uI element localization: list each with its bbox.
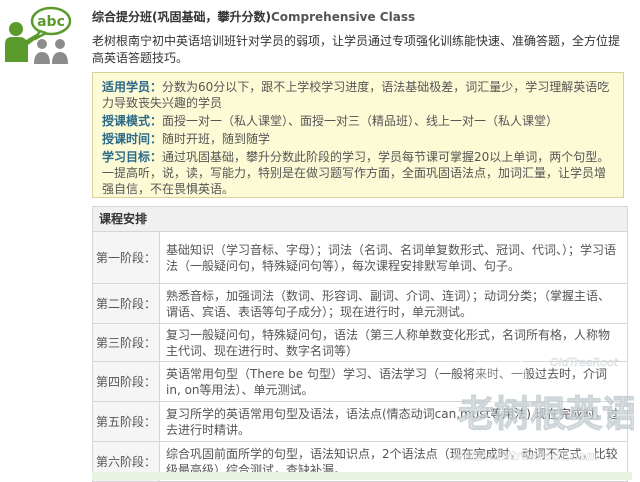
intro-paragraph: 老树根南宁初中英语培训班针对学员的弱项，让学员通过专项强化训练能快速、准确答题，… (92, 34, 621, 65)
watermark-main-text: 老树根英语 (458, 394, 634, 435)
watermark-logo: 老树根英语 OldTreeRoot www.oldtreeroot.com (452, 349, 634, 463)
stage-label: 第五阶段： (92, 401, 160, 442)
info-text: 分数为60分以下，跟不上学校学习进度，语法基础极差，词汇量少，学习理解英语吃力导… (102, 80, 610, 110)
info-text: 面授一对一（私人课堂）、面授一对三（精品班）、线上一对一（私人课堂） (162, 114, 559, 128)
title-chinese: 综合提分班(巩固基础，攀升分数) (92, 10, 271, 24)
info-label: 授课模式： (102, 114, 163, 128)
stage-label: 第四阶段： (92, 361, 160, 402)
info-label: 适用学员： (102, 80, 163, 94)
schedule-heading: 课程安排 (92, 206, 628, 232)
course-info-box: 适用学员：分数为60分以下，跟不上学校学习进度，语法基础极差，词汇量少，学习理解… (92, 72, 624, 198)
stage-label: 第一阶段： (92, 231, 160, 284)
bottom-strip (92, 472, 632, 480)
info-text: 随时开班，随到随学 (162, 132, 271, 146)
logo-bubble-text: abc (37, 14, 65, 30)
page-title: 综合提分班(巩固基础，攀升分数)Comprehensive Class (92, 8, 415, 25)
info-target-students: 适用学员：分数为60分以下，跟不上学校学习进度，语法基础极差，词汇量少，学习理解… (102, 79, 615, 111)
title-english: Comprehensive Class (270, 10, 416, 24)
stage-label: 第三阶段： (92, 323, 160, 362)
stage-content: 基础知识（学习音标、字母）；词法（名词、名词单复数形式、冠词、代词、）；学习语法… (159, 231, 628, 284)
table-row: 第二阶段： 熟悉音标，加强词法（数词、形容词、副词、介词、连词）；动词分类；（掌… (92, 283, 628, 324)
watermark-url: www.oldtreeroot.com (452, 449, 599, 463)
table-row: 第一阶段： 基础知识（学习音标、字母）；词法（名词、名词单复数形式、冠词、代词、… (92, 231, 628, 284)
teacher-icon: abc (5, 6, 72, 64)
info-label: 学习目标： (102, 150, 163, 164)
watermark-english: OldTreeRoot (550, 356, 619, 369)
info-learning-goal: 学习目标：通过巩固基础，攀升分数此阶段的学习，学员每节课可掌握20以上单词，两个… (102, 149, 615, 197)
info-teaching-mode: 授课模式：面授一对一（私人课堂）、面授一对三（精品班）、线上一对一（私人课堂） (102, 113, 615, 129)
stage-label: 第二阶段： (92, 283, 160, 324)
info-text: 通过巩固基础，攀升分数此阶段的学习，学员每节课可掌握20以上单词，两个句型。一提… (102, 150, 610, 196)
stage-content: 熟悉音标，加强词法（数词、形容词、副词、介词、连词）；动词分类；（掌握主语、谓语… (159, 283, 628, 324)
info-label: 授课时间： (102, 132, 163, 146)
info-class-time: 授课时间：随时开班，随到随学 (102, 131, 615, 147)
